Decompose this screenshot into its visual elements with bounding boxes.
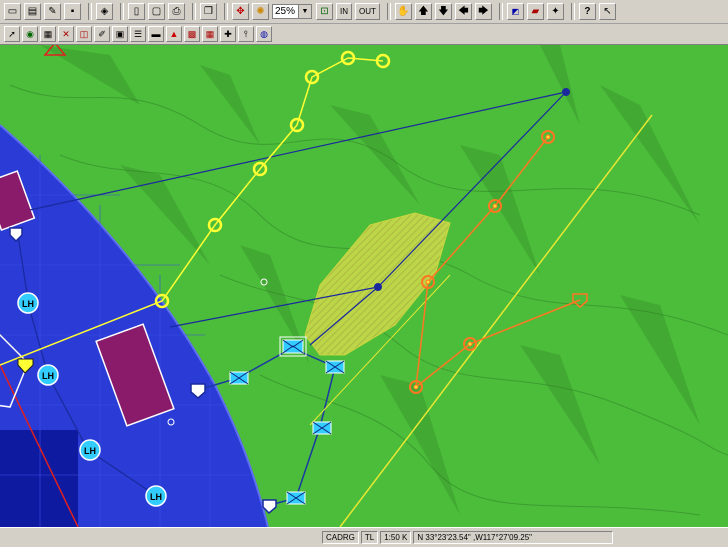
lh-label: LH	[150, 492, 162, 502]
target-icon[interactable]: ◍	[256, 26, 272, 42]
globe-icon[interactable]: ◉	[22, 26, 38, 42]
lh-unit[interactable]: LH	[37, 364, 59, 386]
select-tool-icon[interactable]: ➚	[4, 26, 20, 42]
vehicle-icon[interactable]: ▬	[148, 26, 164, 42]
overlay-icon[interactable]: ◫	[76, 26, 92, 42]
toolbar-separator	[224, 3, 228, 20]
drawing-toolbar: ➚ ◉ ▦ ✕ ◫ ✐ ▣ ☰ ▬ ▲ ▩ ▦ ✚ ⫯ ◍	[0, 24, 728, 45]
infantry-unit-icon[interactable]	[286, 491, 306, 505]
lh-unit[interactable]: LH	[145, 485, 167, 507]
arrow-left-icon[interactable]: 🡄	[454, 3, 472, 20]
grid-icon[interactable]: ▩	[184, 26, 200, 42]
pan-hand-icon[interactable]: ✋	[394, 3, 412, 20]
copy-icon[interactable]: ❐	[200, 3, 217, 20]
toolbar-separator	[88, 3, 92, 20]
zoom-in-button[interactable]: IN	[336, 3, 352, 20]
cross-tool-icon[interactable]: ✕	[58, 26, 74, 42]
infantry-unit-icon[interactable]	[325, 360, 345, 374]
map-view[interactable]: LH LH LH LH	[0, 45, 728, 527]
threat-icon[interactable]: ▲	[166, 26, 182, 42]
lh-unit[interactable]: LH	[17, 292, 39, 314]
table-icon[interactable]: ▦	[40, 26, 56, 42]
context-help-icon[interactable]: ↖	[598, 3, 616, 20]
draw-tool-icon[interactable]: ✐	[94, 26, 110, 42]
image-icon[interactable]: ▣	[112, 26, 128, 42]
zoom-fit-icon[interactable]: ⊡	[316, 3, 333, 20]
page-setup-icon[interactable]: ▯	[128, 3, 145, 20]
print-icon[interactable]: ⎙	[168, 3, 185, 20]
toolbar-separator	[192, 3, 196, 20]
center-map-icon[interactable]: ✥	[232, 3, 249, 20]
new-file-icon[interactable]: ▭	[4, 3, 21, 20]
lh-unit[interactable]: LH	[79, 439, 101, 461]
lh-label: LH	[22, 299, 34, 309]
map-type-status: CADRG	[322, 531, 359, 544]
waypoint-dot[interactable]	[374, 283, 382, 291]
infantry-unit-icon[interactable]	[279, 336, 307, 357]
zoom-value: 25%	[275, 6, 296, 17]
coordinates-status: N 33°23'23.54" ,W117°27'09.25"	[413, 531, 614, 544]
infantry-unit-icon[interactable]	[229, 371, 249, 385]
layers-icon[interactable]: ◈	[96, 3, 113, 20]
lh-label: LH	[84, 446, 96, 456]
compass-icon[interactable]: ✦	[546, 3, 564, 20]
arrow-down-icon[interactable]: 🡇	[434, 3, 452, 20]
infantry-unit-icon[interactable]	[312, 421, 332, 435]
sun-icon[interactable]: ✺	[252, 3, 269, 20]
toolbar-separator	[120, 3, 124, 20]
waypoint-dot[interactable]	[562, 88, 570, 96]
status-bar: CADRG TL 1:50 K N 33°23'23.54" ,W117°27'…	[0, 527, 728, 547]
chevron-down-icon[interactable]: ▼	[298, 5, 311, 18]
toolbar-separator	[386, 3, 391, 20]
symbol-palette-icon[interactable]: ▦	[202, 26, 218, 42]
main-toolbar: ▭ ▤ ✎ ▪ ◈ ▯ ▢ ⎙ ❐ ✥ ✺ 25% ▼ ⊡ IN OUT ✋ 🡅…	[0, 0, 728, 24]
help-button[interactable]: ?	[578, 3, 596, 20]
datum-status: TL	[360, 531, 379, 544]
zoom-select[interactable]: 25% ▼	[272, 4, 312, 19]
zoom-out-button[interactable]: OUT	[355, 3, 380, 20]
map-book-icon[interactable]: ▰	[526, 3, 544, 20]
print-preview-icon[interactable]: ▢	[148, 3, 165, 20]
arrow-right-icon[interactable]: 🡆	[474, 3, 492, 20]
save-icon[interactable]: ▪	[64, 3, 81, 20]
edit-icon[interactable]: ✎	[44, 3, 61, 20]
scale-status: 1:50 K	[380, 531, 412, 544]
add-point-icon[interactable]: ✚	[220, 26, 236, 42]
list-icon[interactable]: ☰	[130, 26, 146, 42]
marker-icon[interactable]: ⫯	[238, 26, 254, 42]
open-folder-icon[interactable]: ▤	[24, 3, 41, 20]
lh-label: LH	[42, 371, 54, 381]
toolbar-separator	[570, 3, 575, 20]
symbology-icon[interactable]: ◩	[506, 3, 524, 20]
toolbar-separator	[498, 3, 503, 20]
arrow-up-icon[interactable]: 🡅	[414, 3, 432, 20]
